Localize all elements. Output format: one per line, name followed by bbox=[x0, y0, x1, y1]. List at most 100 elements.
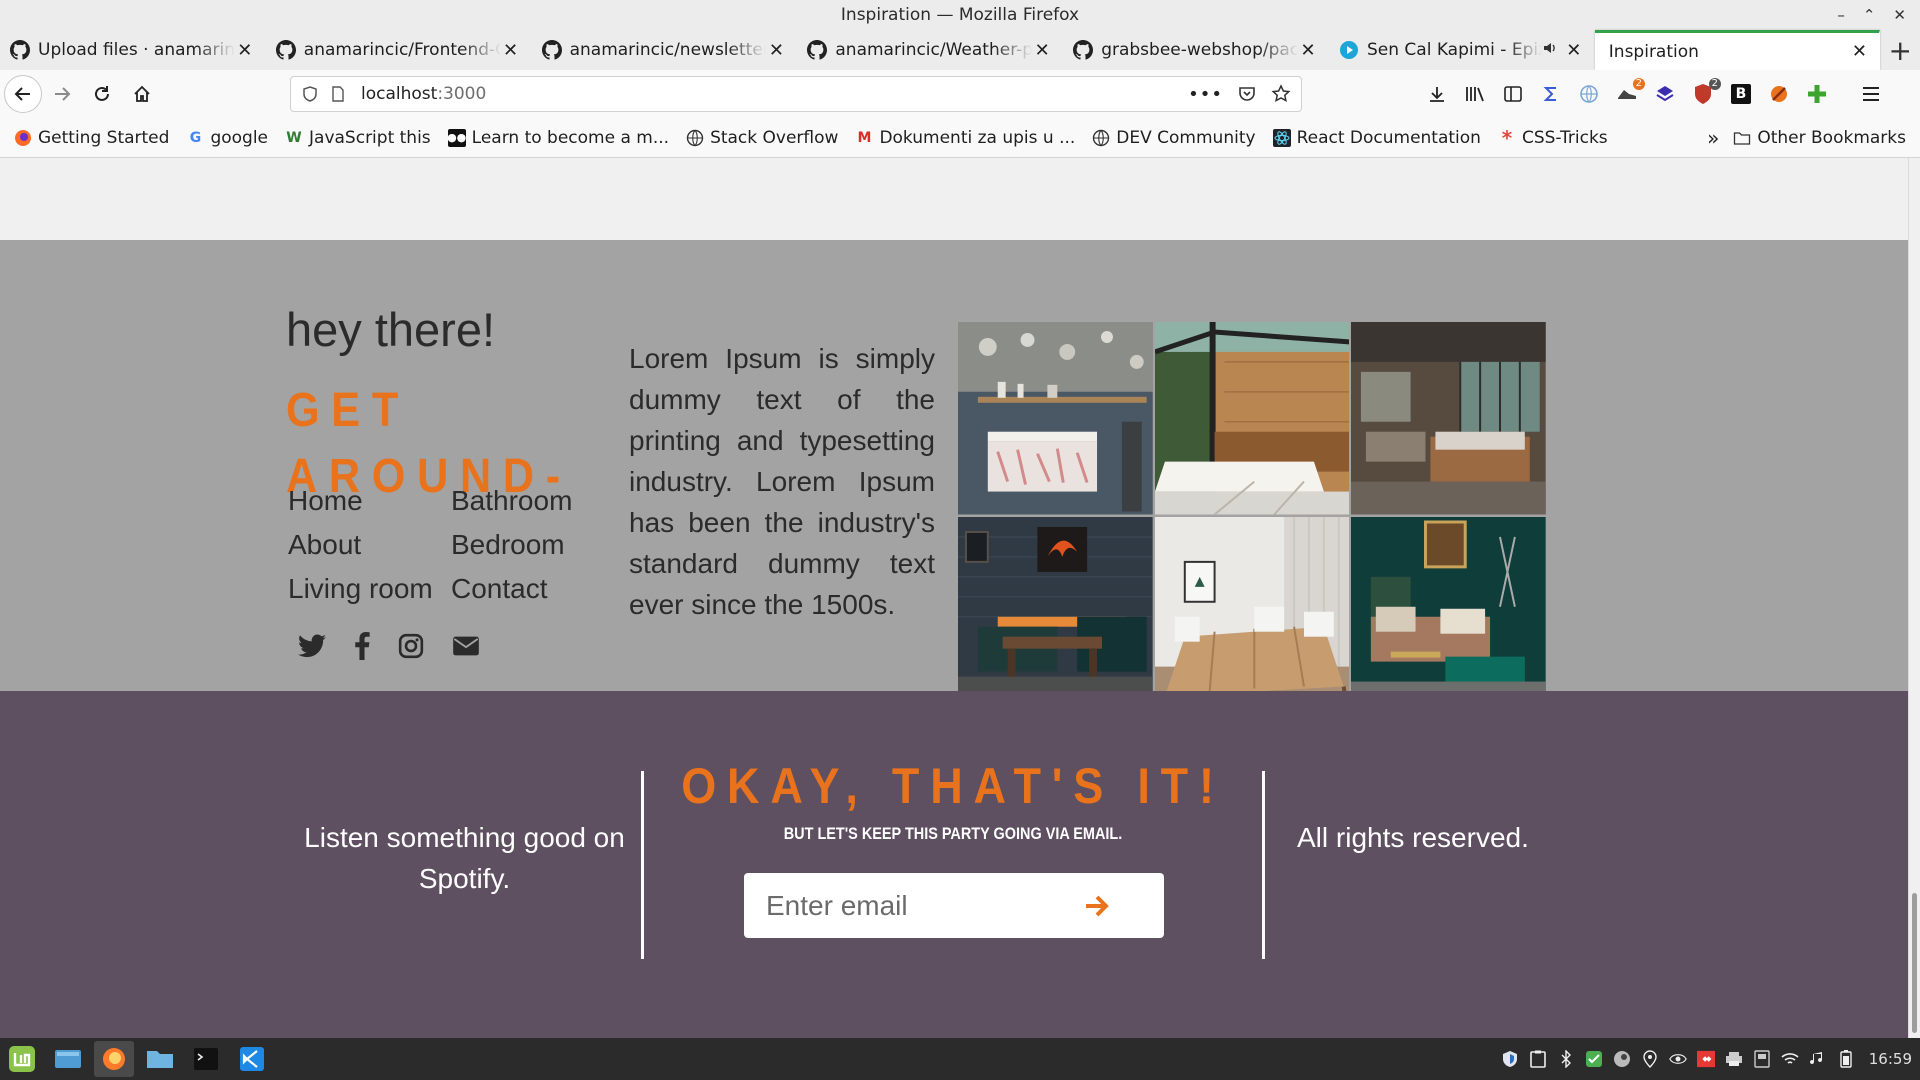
nav-link-bathroom[interactable]: Bathroom bbox=[451, 484, 601, 518]
nav-link-bedroom[interactable]: Bedroom bbox=[451, 528, 601, 562]
close-tab-icon[interactable]: ✕ bbox=[766, 40, 786, 61]
bookmark-getting-started[interactable]: Getting Started bbox=[14, 128, 169, 148]
tab-upload-files[interactable]: Upload files · anamarincic ✕ bbox=[0, 30, 266, 70]
tab-weather[interactable]: anamarincic/Weather-pr ✕ bbox=[797, 30, 1063, 70]
close-tab-icon[interactable]: ✕ bbox=[1032, 40, 1052, 61]
translate-extension-icon[interactable] bbox=[1577, 82, 1601, 106]
firefox-taskbar-icon[interactable] bbox=[94, 1041, 134, 1077]
tab-newsletter[interactable]: anamarincic/newsletter- ✕ bbox=[532, 30, 798, 70]
cube-extension-icon[interactable] bbox=[1653, 82, 1677, 106]
close-tab-icon[interactable]: ✕ bbox=[1849, 41, 1869, 62]
gmail-icon: M bbox=[857, 129, 872, 146]
ublock-extension-icon[interactable]: 2 bbox=[1691, 78, 1721, 106]
scrollbar-thumb[interactable] bbox=[1912, 893, 1917, 1033]
tab-inspiration[interactable]: Inspiration ✕ bbox=[1594, 30, 1881, 70]
window-titlebar: Inspiration — Mozilla Firefox – ⌃ ✕ bbox=[0, 0, 1920, 30]
sound-tray-icon[interactable] bbox=[1809, 1050, 1827, 1068]
sigma-extension-icon[interactable] bbox=[1539, 82, 1563, 106]
submit-email-button[interactable] bbox=[1082, 891, 1112, 925]
bookmark-star-icon[interactable] bbox=[1271, 84, 1291, 104]
back-button[interactable] bbox=[4, 75, 42, 113]
bookmark-javascript-this[interactable]: W JavaScript this bbox=[285, 127, 431, 148]
envelope-icon[interactable] bbox=[452, 634, 480, 658]
nav-link-living-room[interactable]: Living room bbox=[288, 572, 451, 606]
bookmark-label: CSS-Tricks bbox=[1521, 127, 1608, 148]
tab-frontend[interactable]: anamarincic/Frontend-C ✕ bbox=[266, 30, 532, 70]
medium-icon: ●● bbox=[447, 128, 466, 147]
printer-tray-icon[interactable] bbox=[1725, 1050, 1743, 1068]
drive-tray-icon[interactable] bbox=[1753, 1050, 1771, 1068]
chevron-double-right-icon[interactable]: » bbox=[1707, 126, 1719, 150]
update-check-tray-icon[interactable] bbox=[1585, 1050, 1603, 1068]
restore-icon[interactable]: ⌃ bbox=[1863, 0, 1876, 30]
minimize-icon[interactable]: – bbox=[1837, 0, 1845, 30]
eye-tray-icon[interactable] bbox=[1668, 1050, 1687, 1068]
arrow-right-icon bbox=[1086, 895, 1109, 917]
plus-extension-icon[interactable] bbox=[1805, 82, 1829, 106]
nav-link-about[interactable]: About bbox=[288, 528, 451, 562]
clipboard-tray-icon[interactable] bbox=[1529, 1050, 1547, 1068]
new-tab-button[interactable]: + bbox=[1880, 30, 1920, 70]
close-tab-icon[interactable]: ✕ bbox=[1564, 40, 1584, 61]
speaker-icon[interactable] bbox=[1542, 40, 1558, 61]
bookmark-label: JavaScript this bbox=[309, 127, 431, 148]
instagram-icon[interactable] bbox=[398, 633, 424, 659]
tab-grabsbee[interactable]: grabsbee-webshop/pack ✕ bbox=[1063, 30, 1329, 70]
shoe-extension-icon[interactable]: 2 bbox=[1615, 78, 1645, 106]
wifi-tray-icon[interactable] bbox=[1781, 1050, 1799, 1068]
facebook-icon[interactable] bbox=[354, 632, 370, 660]
close-tab-icon[interactable]: ✕ bbox=[1298, 40, 1318, 61]
spotify-link[interactable]: Listen something good on Spotify. bbox=[297, 817, 632, 899]
bookmark-dokumenti[interactable]: M Dokumenti za upis u ... bbox=[855, 128, 1075, 148]
close-window-icon[interactable]: ✕ bbox=[1893, 0, 1906, 30]
twitter-icon[interactable] bbox=[298, 634, 326, 658]
pocket-icon[interactable] bbox=[1237, 84, 1257, 104]
nav-link-contact[interactable]: Contact bbox=[451, 572, 601, 606]
bookmark-css-tricks[interactable]: * CSS-Tricks bbox=[1498, 126, 1608, 150]
anydesk-tray-icon[interactable] bbox=[1696, 1050, 1715, 1068]
clock[interactable]: 16:59 bbox=[1869, 1050, 1912, 1068]
bluetooth-tray-icon[interactable] bbox=[1557, 1050, 1575, 1068]
nav-link-home[interactable]: Home bbox=[288, 484, 451, 518]
bookmark-google[interactable]: G google bbox=[186, 128, 268, 148]
downloads-icon[interactable] bbox=[1425, 82, 1449, 106]
shield-icon[interactable] bbox=[301, 85, 319, 103]
shield-tray-icon[interactable] bbox=[1501, 1050, 1519, 1068]
home-icon bbox=[134, 85, 150, 102]
close-tab-icon[interactable]: ✕ bbox=[501, 40, 521, 61]
address-bar[interactable]: localhost:3000 ••• bbox=[290, 76, 1302, 112]
bookmark-dev-community[interactable]: DEV Community bbox=[1092, 128, 1256, 148]
bookmark-react-docs[interactable]: React Documentation bbox=[1272, 128, 1481, 148]
github-icon bbox=[541, 40, 562, 60]
email-input[interactable] bbox=[766, 889, 1086, 922]
tab-label: anamarincic/Frontend-C bbox=[303, 40, 501, 60]
page-actions-icon[interactable]: ••• bbox=[1188, 84, 1223, 105]
steam-tray-icon[interactable] bbox=[1613, 1050, 1631, 1068]
system-tray: 16:59 bbox=[1501, 1038, 1912, 1080]
reload-button[interactable] bbox=[82, 74, 122, 114]
show-desktop-icon[interactable] bbox=[48, 1041, 88, 1077]
vscode-taskbar-icon[interactable] bbox=[232, 1041, 272, 1077]
gallery-photo-glass-bedroom bbox=[1351, 322, 1546, 515]
tab-sen-cal-kapimi[interactable]: Sen Cal Kapimi - Epizo ✕ bbox=[1329, 30, 1595, 70]
terminal-taskbar-icon[interactable] bbox=[186, 1041, 226, 1077]
bookmark-other-folder[interactable]: Other Bookmarks bbox=[1733, 128, 1906, 148]
bookmark-label: Dokumenti za upis u ... bbox=[879, 127, 1076, 148]
mint-menu-icon[interactable] bbox=[2, 1041, 42, 1077]
github-icon bbox=[10, 40, 30, 60]
forward-button[interactable] bbox=[42, 74, 82, 114]
location-tray-icon[interactable] bbox=[1641, 1050, 1659, 1068]
arrow-left-icon bbox=[14, 87, 30, 101]
close-tab-icon[interactable]: ✕ bbox=[235, 40, 255, 61]
page-scrollbar[interactable] bbox=[1908, 158, 1920, 1038]
bookmark-stack-overflow[interactable]: Stack Overflow bbox=[686, 128, 838, 148]
files-taskbar-icon[interactable] bbox=[140, 1041, 180, 1077]
sidebar-icon[interactable] bbox=[1501, 82, 1525, 106]
bold-extension-icon[interactable]: B bbox=[1729, 82, 1753, 106]
bookmark-learn[interactable]: ●● Learn to become a m... bbox=[447, 128, 669, 148]
home-button[interactable] bbox=[122, 74, 162, 114]
menu-icon[interactable] bbox=[1859, 82, 1883, 106]
library-icon[interactable] bbox=[1463, 82, 1487, 106]
block-extension-icon[interactable] bbox=[1767, 82, 1791, 106]
battery-tray-icon[interactable] bbox=[1837, 1050, 1855, 1068]
